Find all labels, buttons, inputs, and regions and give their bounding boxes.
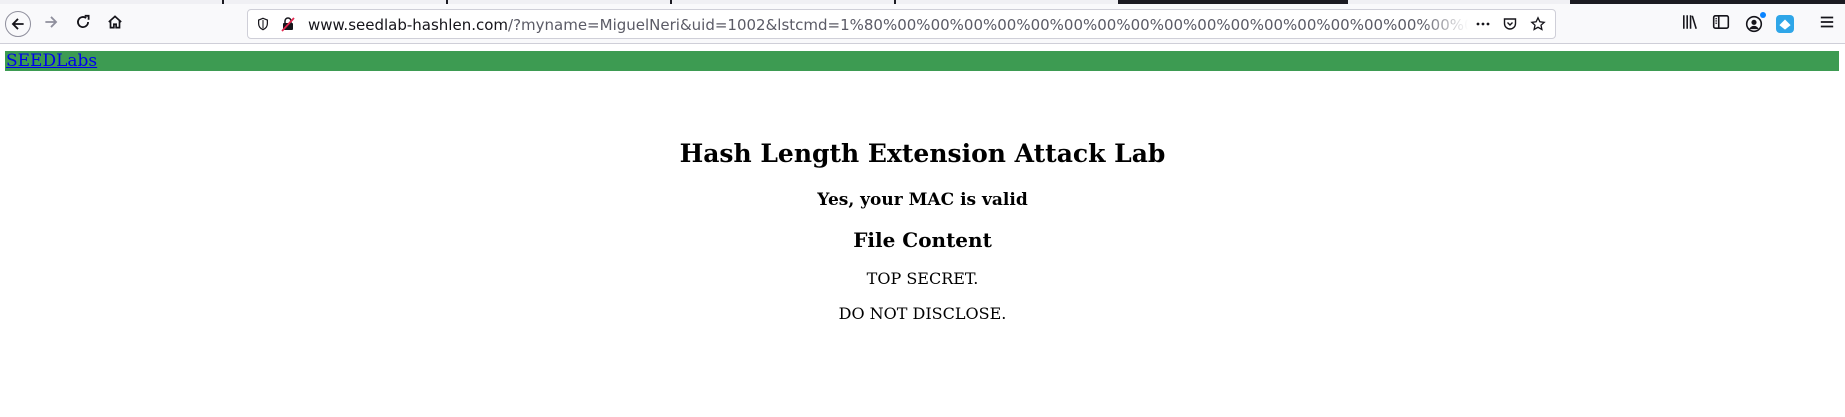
reload-icon (74, 13, 92, 35)
url-text[interactable]: www.seedlab-hashlen.com/?myname=MiguelNe… (308, 16, 1468, 34)
sidebar-icon (1712, 13, 1730, 35)
back-button[interactable] (4, 10, 32, 38)
hamburger-menu-icon (1818, 13, 1836, 35)
forward-arrow-icon (42, 13, 60, 35)
library-icon (1681, 13, 1699, 35)
home-icon (106, 13, 124, 35)
app-menu-button[interactable] (1813, 10, 1841, 38)
reload-button[interactable] (69, 10, 97, 38)
pocket-icon[interactable] (1501, 15, 1519, 33)
star-icon[interactable] (1529, 15, 1547, 33)
address-bar[interactable]: www.seedlab-hashlen.com/?myname=MiguelNe… (247, 9, 1556, 39)
page-title: Hash Length Extension Attack Lab (679, 139, 1166, 168)
library-button[interactable] (1676, 10, 1704, 38)
forward-button[interactable] (37, 10, 65, 38)
account-icon (1745, 12, 1766, 33)
file-content-line: TOP SECRET. (866, 269, 979, 288)
home-button[interactable] (101, 10, 129, 38)
extension-button[interactable] (1771, 10, 1799, 38)
back-arrow-icon (5, 11, 31, 37)
file-content-line: DO NOT DISCLOSE. (838, 304, 1007, 323)
more-dots-icon[interactable] (1474, 15, 1492, 33)
shield-icon[interactable] (254, 15, 272, 33)
mac-status-message: Yes, your MAC is valid (817, 190, 1028, 210)
url-host: www.seedlab-hashlen.com (308, 16, 509, 34)
extension-icon (1776, 15, 1794, 33)
insecure-lock-icon[interactable] (279, 15, 297, 33)
file-content-heading: File Content (853, 228, 992, 252)
browser-toolbar: www.seedlab-hashlen.com/?myname=MiguelNe… (0, 4, 1845, 44)
seedlabs-banner: SEEDLabs (5, 51, 1839, 71)
account-button[interactable] (1740, 10, 1768, 38)
sidebar-button[interactable] (1707, 10, 1735, 38)
url-path: /?myname=MiguelNeri&uid=1002&lstcmd=1%80… (508, 16, 1468, 34)
seedlabs-link[interactable]: SEEDLabs (6, 51, 97, 71)
